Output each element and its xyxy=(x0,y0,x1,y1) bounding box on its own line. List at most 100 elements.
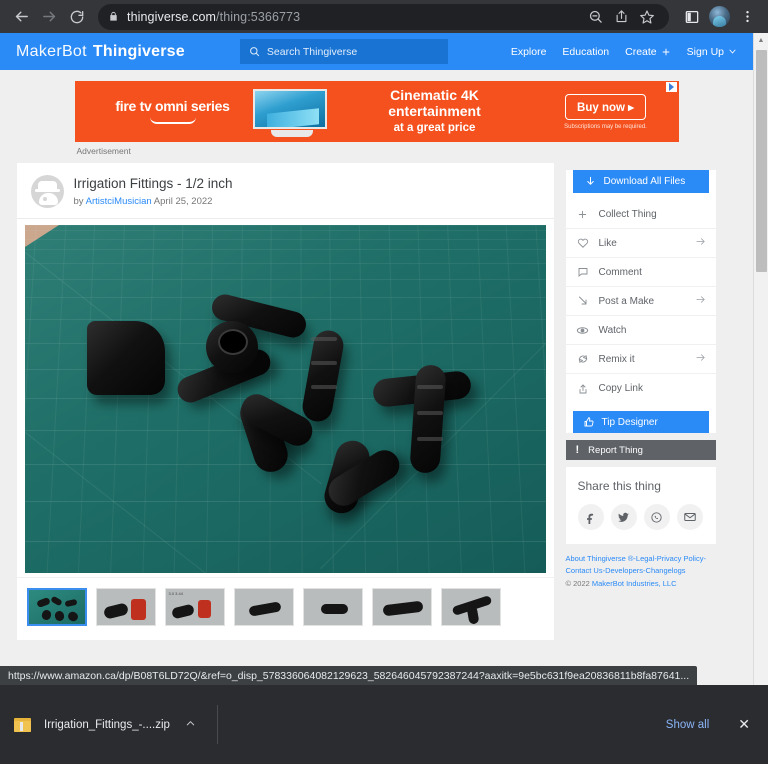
ad-headline-3: at a great price xyxy=(393,121,476,134)
share-icon[interactable] xyxy=(609,5,633,29)
page-title: Irrigation Fittings - 1/2 inch xyxy=(73,176,233,192)
reload-button[interactable] xyxy=(64,4,90,30)
mat-gridline xyxy=(505,225,525,573)
author-link[interactable]: ArtistciMusician xyxy=(86,196,152,207)
thingiverse-logo[interactable]: MakerBot Thingiverse xyxy=(16,43,185,61)
ad-brand-text: fire tv omni series xyxy=(115,97,230,114)
mat-gridline xyxy=(24,225,546,226)
thumbnail-2[interactable] xyxy=(95,588,156,626)
sidebar-item-post-a-make[interactable]: Post a Make xyxy=(565,287,716,316)
thumbnail-1[interactable] xyxy=(26,588,87,626)
fitting-barb-ridge xyxy=(416,411,443,415)
status-url-text: https://www.amazon.ca/dp/B08T6LD72Q/&ref… xyxy=(8,669,690,682)
twitter-icon[interactable] xyxy=(610,504,637,530)
report-thing-button[interactable]: ! Report Thing xyxy=(565,440,716,460)
zoom-out-icon[interactable] xyxy=(583,5,607,29)
sidebar-item-copy-link[interactable]: Copy Link xyxy=(566,374,716,403)
camera-make-icon xyxy=(576,295,590,307)
whatsapp-icon[interactable] xyxy=(643,504,670,530)
mat-gridline xyxy=(109,225,125,573)
thumbnail-3[interactable]: 3.0 3.44 xyxy=(164,588,225,626)
fitting-barb-ridge xyxy=(416,437,443,441)
share-card: Share this thing xyxy=(565,467,716,544)
footer-copyright: © 2022 xyxy=(565,578,592,588)
nav-education[interactable]: Education xyxy=(562,46,609,58)
ad-headline: Cinematic 4K entertainment at a great pr… xyxy=(331,88,539,134)
thumbnail-4[interactable] xyxy=(233,588,294,626)
remix-refresh-icon xyxy=(576,353,590,365)
footer-company-link[interactable]: MakerBot Industries, LLC xyxy=(592,579,677,588)
sidebar-item-like[interactable]: Like xyxy=(565,229,716,258)
exclamation-icon: ! xyxy=(575,444,580,456)
advertisement-strip: fire tv omni series Cinematic 4K enterta… xyxy=(0,70,753,156)
thumbnail-7[interactable] xyxy=(440,588,501,626)
download-all-files-button[interactable]: Download All Files xyxy=(572,170,709,193)
nav-create-label: Create xyxy=(625,45,657,58)
user-avatar-icon[interactable] xyxy=(30,175,64,208)
address-bar[interactable]: thingiverse.com/thing:5366773 xyxy=(98,3,669,30)
mat-gridline xyxy=(476,225,494,573)
footer-links-line-2[interactable]: Contact Us-Developers-Changelogs xyxy=(566,566,686,575)
footer-links-line-1[interactable]: About Thingiverse ®-Legal-Privacy Policy… xyxy=(566,554,706,563)
search-placeholder: Search Thingiverse xyxy=(266,45,358,58)
search-input[interactable]: Search Thingiverse xyxy=(239,39,448,64)
sidebar-item-comment[interactable]: Comment xyxy=(565,258,716,287)
three-dot-menu-icon[interactable] xyxy=(734,4,760,30)
content-row: Irrigation Fittings - 1/2 inch by Artist… xyxy=(16,163,737,640)
nav-explore[interactable]: Explore xyxy=(511,46,547,58)
page-content: MakerBot Thingiverse Search Thingiverse … xyxy=(0,33,753,685)
sidebar-item-collect-thing[interactable]: Collect Thing xyxy=(565,200,716,229)
thumbnail-6[interactable] xyxy=(371,588,432,626)
email-icon[interactable] xyxy=(676,504,703,530)
plus-icon xyxy=(662,48,670,55)
mat-gridline xyxy=(141,225,155,573)
nav-sign-up-label: Sign Up xyxy=(686,45,724,58)
adchoices-icon[interactable] xyxy=(665,82,677,92)
tip-designer-button[interactable]: Tip Designer xyxy=(572,411,709,433)
scroll-up-arrow-icon[interactable]: ▲ xyxy=(754,33,768,48)
download-file-name: Irrigation_Fittings_-....zip xyxy=(44,718,170,731)
show-all-button[interactable]: Show all xyxy=(655,713,720,737)
url-text: thingiverse.com/thing:5366773 xyxy=(127,9,301,24)
mat-gridline xyxy=(24,501,546,502)
sidebar-item-label: Copy Link xyxy=(598,383,643,394)
thumbnail-5[interactable] xyxy=(302,588,363,626)
ad-banner[interactable]: fire tv omni series Cinematic 4K enterta… xyxy=(74,81,679,142)
mat-gridline xyxy=(24,279,546,280)
fitting-bore xyxy=(217,329,248,355)
sidebar-item-watch[interactable]: Watch xyxy=(565,316,716,345)
mat-gridline xyxy=(24,230,546,231)
hero-image[interactable] xyxy=(24,225,546,573)
sidebar-item-label: Remix it xyxy=(598,353,635,365)
nav-create[interactable]: Create xyxy=(625,46,671,58)
back-button[interactable] xyxy=(8,4,34,30)
mat-gridline xyxy=(237,225,243,573)
close-icon[interactable]: ✕ xyxy=(734,716,754,733)
site-footer: About Thingiverse ®-Legal-Privacy Policy… xyxy=(566,553,716,590)
forward-button[interactable] xyxy=(36,4,62,30)
scrollbar-thumb[interactable] xyxy=(756,50,767,272)
nav-sign-up[interactable]: Sign Up xyxy=(687,46,737,58)
share-icons xyxy=(577,504,704,530)
status-url-bubble: https://www.amazon.ca/dp/B08T6LD72Q/&ref… xyxy=(0,666,698,685)
chevron-up-icon[interactable] xyxy=(185,718,196,732)
fitting-barb-ridge xyxy=(310,385,337,389)
download-item[interactable]: Irrigation_Fittings_-....zip xyxy=(14,717,196,732)
profile-avatar[interactable] xyxy=(709,6,730,27)
sidebar-item-remix-it[interactable]: Remix it xyxy=(565,345,716,374)
ad-buy-now-button[interactable]: Buy now ▸ xyxy=(565,93,646,120)
tip-designer-label: Tip Designer xyxy=(601,416,658,428)
arrow-right-icon xyxy=(695,294,706,308)
ad-headline-1: Cinematic 4K xyxy=(390,87,479,104)
ad-disclaimer: Subscriptions may be required. xyxy=(564,123,647,130)
split-screen-icon[interactable] xyxy=(679,4,705,30)
zip-file-icon xyxy=(14,717,31,732)
download-divider xyxy=(216,705,218,744)
download-shelf: Irrigation_Fittings_-....zip Show all ✕ xyxy=(0,685,768,764)
report-thing-label: Report Thing xyxy=(588,444,643,456)
page-scrollbar[interactable]: ▲ xyxy=(753,33,768,685)
eye-icon xyxy=(576,324,590,337)
browser-toolbar: thingiverse.com/thing:5366773 xyxy=(0,0,768,33)
star-icon[interactable] xyxy=(635,5,659,29)
facebook-icon[interactable] xyxy=(577,504,604,530)
